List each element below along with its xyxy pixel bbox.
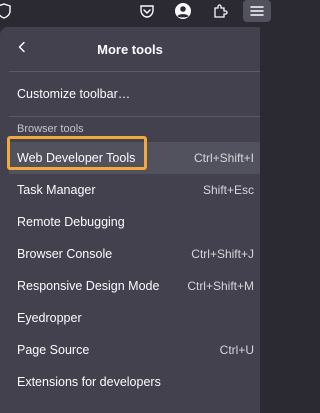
chevron-left-icon <box>16 40 28 58</box>
menu-icon[interactable] <box>243 0 271 22</box>
task-manager-item[interactable]: Task Manager Shift+Esc <box>9 174 260 206</box>
extensions-icon[interactable] <box>206 0 234 22</box>
back-button[interactable] <box>10 37 34 61</box>
customize-toolbar-item[interactable]: Customize toolbar… <box>9 78 260 110</box>
toolbar <box>0 0 271 24</box>
pocket-icon[interactable] <box>133 0 161 22</box>
item-shortcut: Ctrl+Shift+J <box>191 247 254 261</box>
section-label: Browser tools <box>17 123 84 135</box>
item-label: Responsive Design Mode <box>17 279 160 293</box>
item-label: Page Source <box>17 343 90 357</box>
item-label: Task Manager <box>17 183 96 197</box>
divider <box>9 116 260 117</box>
web-developer-tools-item[interactable]: Web Developer Tools Ctrl+Shift+I <box>9 142 260 174</box>
shield-icon[interactable] <box>0 0 18 22</box>
item-label: Web Developer Tools <box>17 151 136 165</box>
item-shortcut: Shift+Esc <box>202 183 254 197</box>
item-label: Extensions for developers <box>17 375 161 389</box>
item-shortcut: Ctrl+U <box>219 343 254 357</box>
divider <box>9 71 260 72</box>
item-shortcut: Ctrl+Shift+M <box>187 279 254 293</box>
item-label: Eyedropper <box>17 311 82 325</box>
remote-debugging-item[interactable]: Remote Debugging <box>9 206 260 238</box>
browser-console-item[interactable]: Browser Console Ctrl+Shift+J <box>9 238 260 270</box>
extensions-for-developers-item[interactable]: Extensions for developers <box>9 366 260 398</box>
item-label: Remote Debugging <box>17 215 125 229</box>
more-tools-panel: More tools Customize toolbar… Browser to… <box>0 27 260 413</box>
item-label: Browser Console <box>17 247 113 261</box>
item-shortcut: Ctrl+Shift+I <box>193 151 254 165</box>
responsive-design-mode-item[interactable]: Responsive Design Mode Ctrl+Shift+M <box>9 270 260 302</box>
customize-toolbar-label: Customize toolbar… <box>17 87 131 101</box>
account-icon[interactable] <box>169 0 197 22</box>
page-source-item[interactable]: Page Source Ctrl+U <box>9 334 260 366</box>
panel-title: More tools <box>97 41 163 57</box>
eyedropper-item[interactable]: Eyedropper <box>9 302 260 334</box>
panel-header: More tools <box>0 27 260 71</box>
